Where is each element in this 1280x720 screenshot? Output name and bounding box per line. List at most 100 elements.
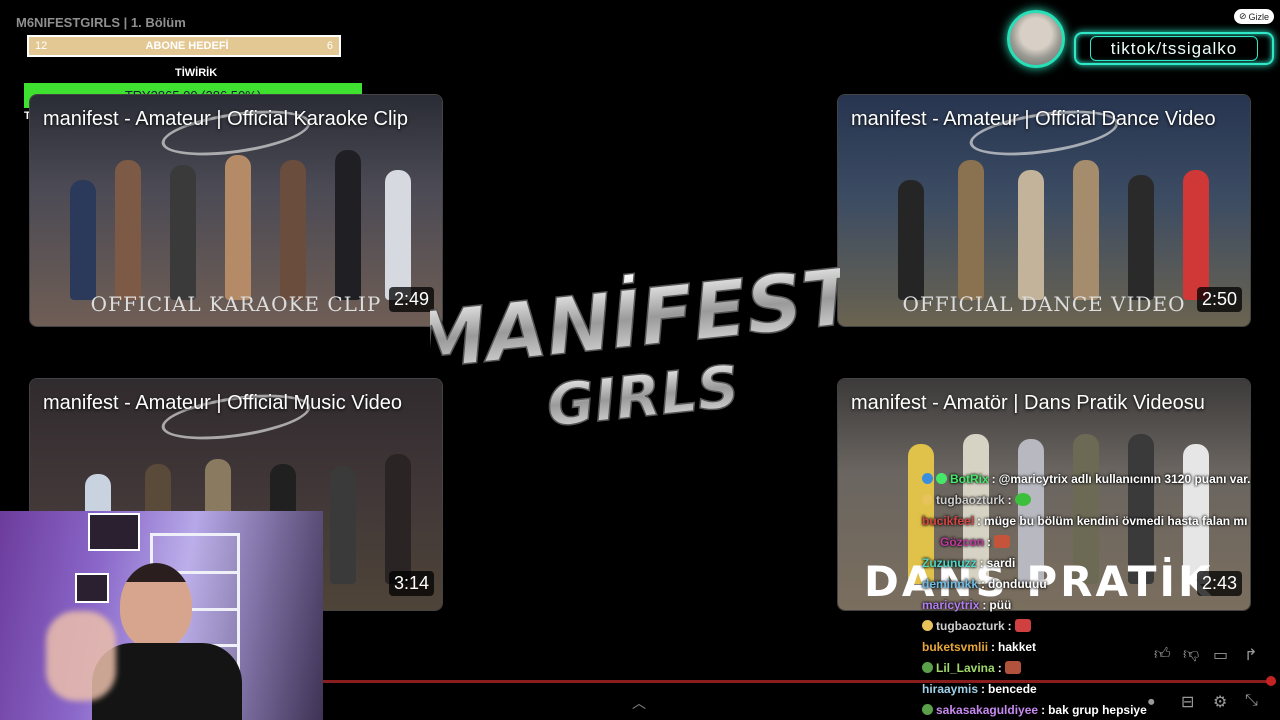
chat-username: deminnkk — [922, 576, 979, 591]
video-duration: 2:49 — [388, 287, 434, 312]
dancer-figure — [385, 170, 411, 300]
badge-icon — [922, 704, 933, 715]
bot-badge-icon — [936, 473, 947, 484]
goal-target: 6 — [326, 40, 333, 52]
thumbnail-caption: OFFICIAL DANCE VIDEO — [902, 292, 1186, 316]
chat-message: Lil_Lavina : — [922, 657, 1252, 678]
chat-separator: : — [981, 576, 986, 591]
emote-icon — [994, 535, 1010, 548]
tiktok-avatar — [1007, 10, 1065, 68]
chat-username: hiraaymis — [922, 681, 979, 696]
tiktok-handle-tag: tiktok/tssigalko — [1074, 32, 1274, 65]
chat-message: bucikfeel : müge bu bölüm kendini övmedi… — [922, 510, 1252, 531]
chat-text: hakket — [998, 639, 1037, 654]
badge-icon — [922, 494, 933, 505]
dancer-figure — [1073, 160, 1099, 300]
chat-message: buketsvmlii : hakket — [922, 636, 1252, 657]
settings-icon[interactable]: ⚙ — [1213, 692, 1227, 712]
chat-message: tugbaozturk : — [922, 489, 1252, 510]
chat-username: buketsvmlii — [922, 639, 989, 654]
chat-separator: : — [979, 555, 984, 570]
tiktok-handle: tiktok/tssigalko — [1110, 38, 1238, 58]
badge-icon — [922, 662, 933, 673]
video-title[interactable]: manifest - Amateur | Official Karaoke Cl… — [43, 107, 428, 132]
chat-text: müge bu bölüm kendini övmedi hasta falan… — [984, 513, 1248, 528]
thumbnail-caption: OFFICIAL KARAOKE CLIP — [90, 292, 382, 316]
video-duration: 3:14 — [388, 571, 434, 596]
donation-title: TİWİRİK — [175, 67, 218, 79]
subtitles-icon[interactable]: ⊟ — [1181, 692, 1194, 712]
chat-message: maricytrix : püü — [922, 594, 1252, 615]
streamer-hand — [46, 611, 116, 701]
dislike-icon[interactable]: 👎︎ — [1183, 645, 1199, 664]
wall-poster — [88, 513, 140, 551]
chat-separator: : — [1007, 618, 1012, 633]
video-title[interactable]: manifest - Amateur | Official Dance Vide… — [851, 107, 1236, 132]
chat-username: maricytrix — [922, 597, 980, 612]
badge-icon — [922, 620, 933, 631]
dancer-figure — [1183, 170, 1209, 300]
video-title[interactable]: manifest - Amateur | Official Music Vide… — [43, 391, 428, 416]
dancer-figure — [898, 180, 924, 300]
dancer-figure — [330, 466, 356, 584]
chat-username: bucikfeel — [922, 513, 975, 528]
share-icon[interactable]: ↱ — [1244, 645, 1257, 665]
chat-username: BotRix — [950, 471, 989, 486]
subscriber-goal-bar: 12 ABONE HEDEFİ 6 — [27, 35, 341, 57]
chat-message: BotRix : @maricytrix adlı kullanıcının 3… — [922, 468, 1252, 489]
dancer-figure — [225, 155, 251, 300]
chat-text: donduuuu — [988, 576, 1047, 591]
chat-message: Gözcon : — [922, 531, 1252, 552]
collapse-icon[interactable]: ⤡ — [1245, 692, 1258, 710]
hide-label: Gizle — [1248, 11, 1270, 22]
hide-button[interactable]: ⊘ Gizle — [1234, 9, 1275, 24]
chat-text: bencede — [988, 681, 1037, 696]
chat-message: tugbaozturk : — [922, 615, 1252, 636]
chat-message: Zuzunuzz : sardi — [922, 552, 1252, 573]
stream-title: M6NIFESTGIRLS | 1. Bölüm — [16, 15, 186, 30]
manifest-girls-logo: MANİFEST GIRLS — [430, 258, 840, 438]
chat-username: Zuzunuzz — [922, 555, 977, 570]
dancer-figure — [385, 454, 411, 584]
chat-username: tugbaozturk — [936, 492, 1005, 507]
progress-scrubber[interactable] — [1266, 676, 1276, 686]
video-card-dance[interactable]: OFFICIAL DANCE VIDEO manifest - Amateur … — [837, 94, 1251, 327]
badge-icon — [922, 473, 933, 484]
dancer-figure — [1128, 175, 1154, 300]
video-progress-bar[interactable] — [323, 680, 1276, 683]
dancer-figure — [1018, 170, 1044, 300]
chat-text: bak grup hepsiye — [1048, 702, 1147, 717]
chevron-up-icon[interactable]: ︿ — [632, 693, 646, 713]
video-duration: 2:50 — [1196, 287, 1242, 312]
dancer-figure — [70, 180, 96, 300]
chat-text: püü — [989, 597, 1012, 612]
goal-label: ABONE HEDEFİ — [145, 40, 229, 52]
chat-username: sakasakaguldiyee — [936, 702, 1039, 717]
webcam-feed — [0, 511, 323, 720]
dancer-figure — [170, 165, 196, 300]
autoplay-toggle-icon[interactable]: ⏺ — [1148, 694, 1155, 710]
chat-separator: : — [1007, 492, 1012, 507]
chat-separator: : — [997, 660, 1002, 675]
chat-username: Gözcon — [940, 534, 984, 549]
chat-separator: : — [981, 681, 986, 696]
chat-separator: : — [977, 513, 982, 528]
dancer-figure — [280, 160, 306, 300]
chat-text: sardi — [986, 555, 1016, 570]
chat-separator: : — [1041, 702, 1046, 717]
video-card-karaoke[interactable]: OFFICIAL KARAOKE CLIP manifest - Amateur… — [29, 94, 443, 327]
video-title[interactable]: manifest - Amatör | Dans Pratik Videosu — [851, 391, 1236, 416]
chat-text: @maricytrix adlı kullanıcının 3120 puanı… — [998, 471, 1251, 486]
chat-separator: : — [987, 534, 991, 549]
chat-separator: : — [991, 639, 996, 654]
streamer-head — [120, 563, 192, 649]
goal-current: 12 — [35, 40, 48, 52]
like-icon[interactable]: 👍︎ — [1154, 645, 1171, 664]
chat-separator: : — [982, 597, 987, 612]
eye-off-icon: ⊘ — [1239, 11, 1247, 21]
emote-icon — [1014, 619, 1031, 632]
chat-username: tugbaozturk — [936, 618, 1005, 633]
chat-username: Lil_Lavina — [936, 660, 995, 675]
dancer-figure — [115, 160, 141, 300]
comment-icon[interactable]: ▭ — [1213, 645, 1228, 665]
